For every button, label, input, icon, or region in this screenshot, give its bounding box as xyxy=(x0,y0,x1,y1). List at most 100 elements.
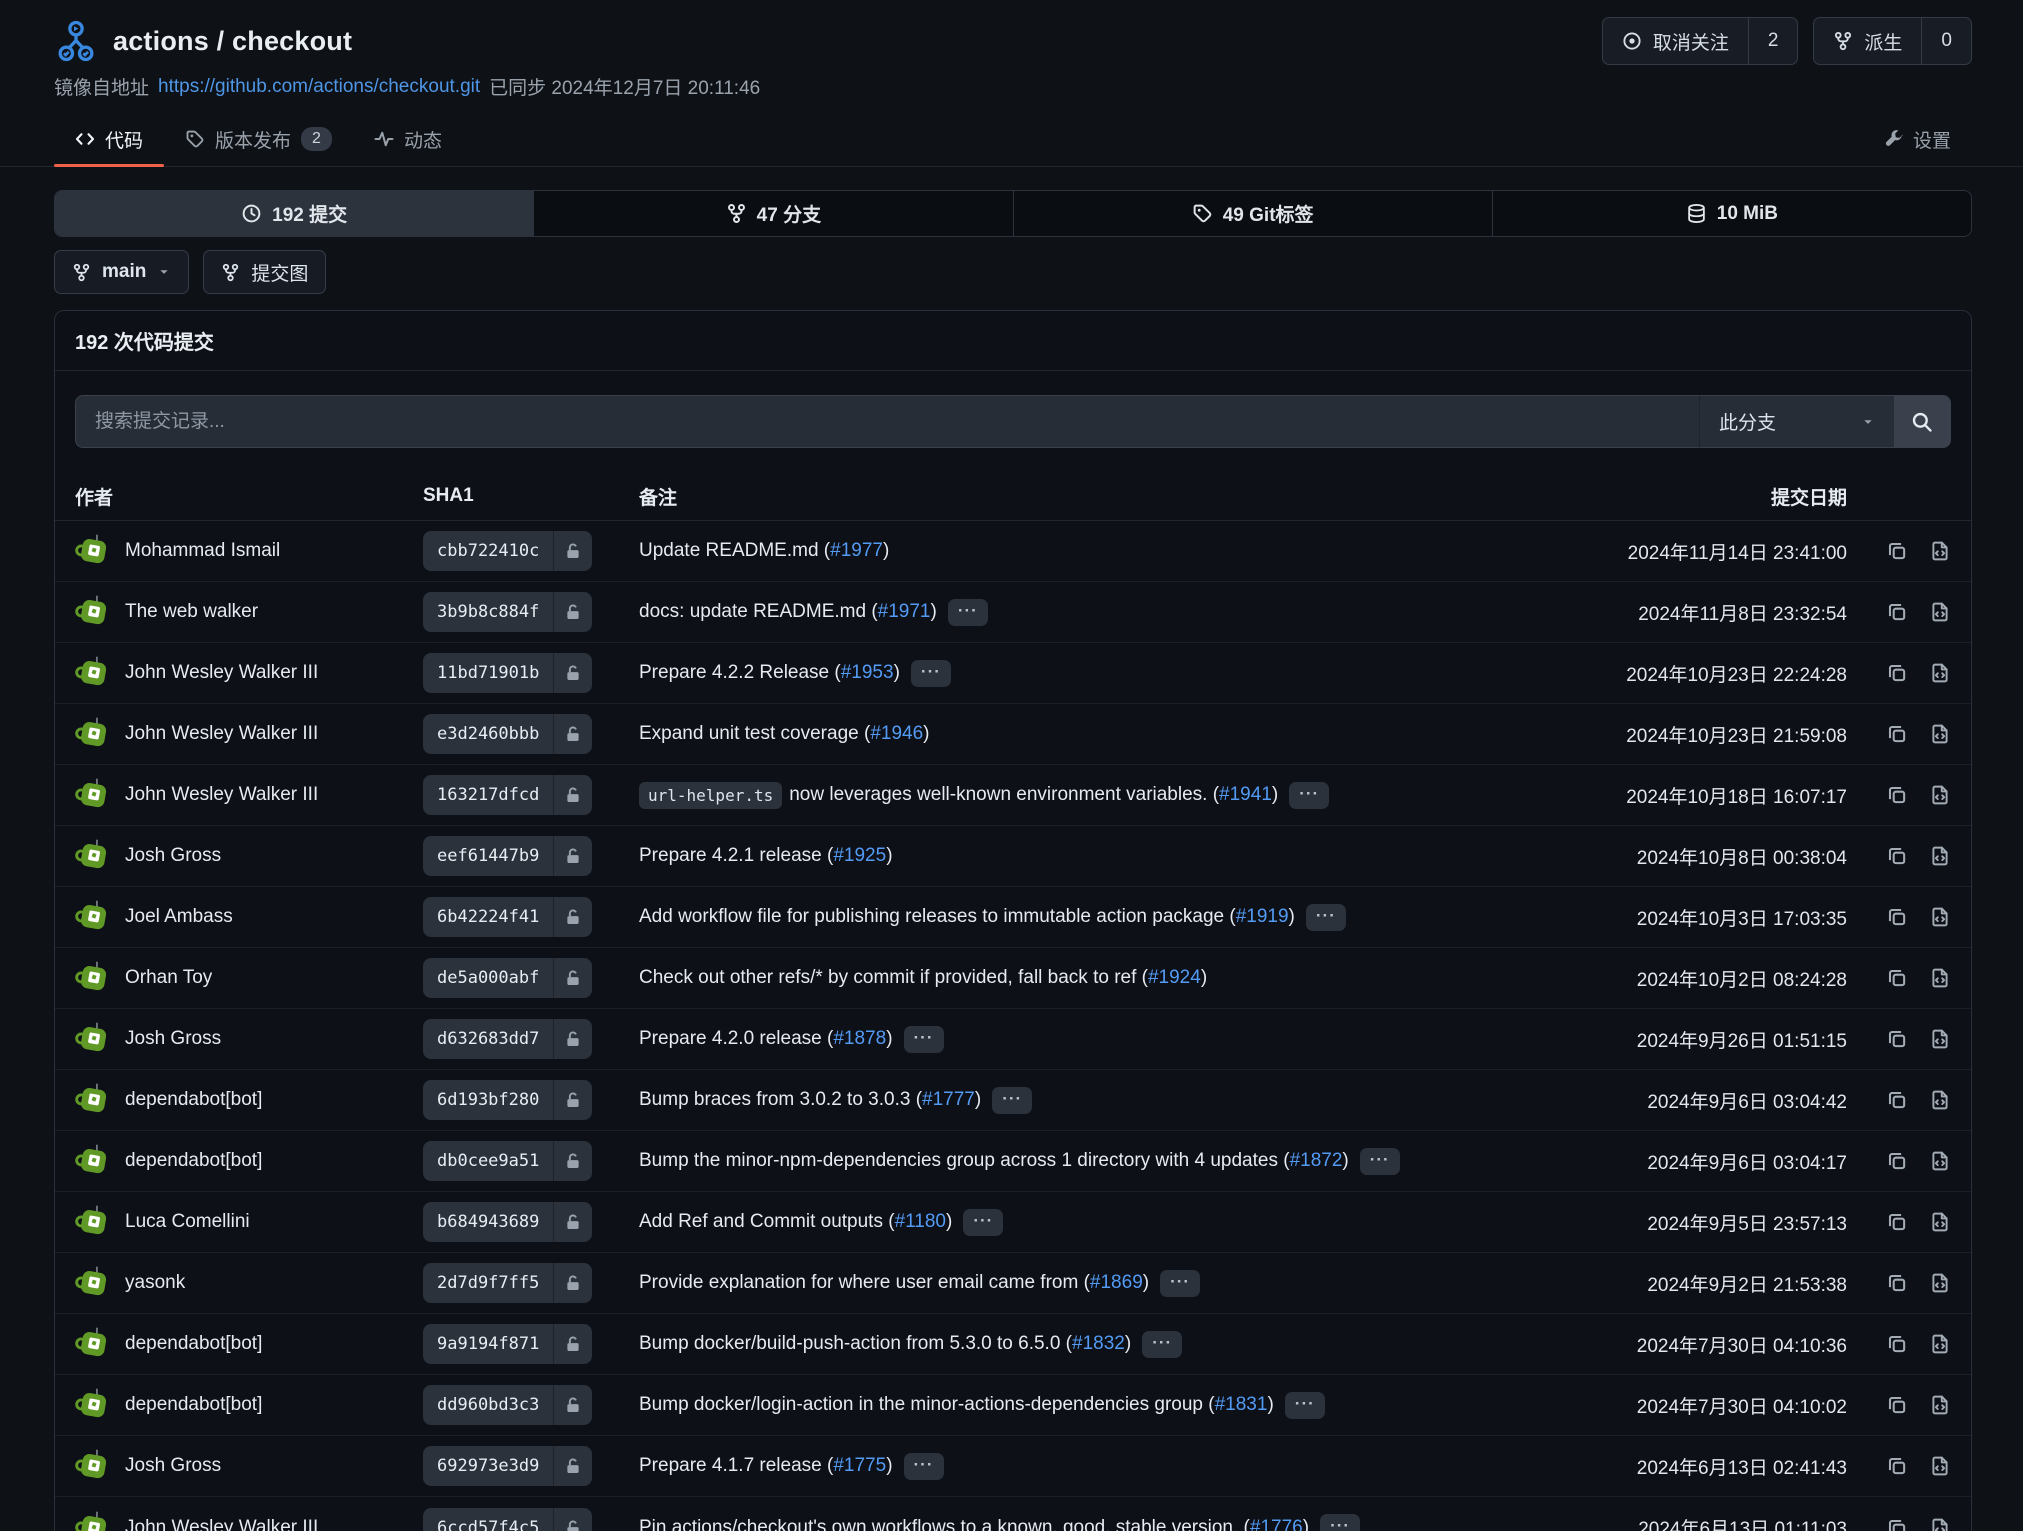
commit-pr-link[interactable]: #1831 xyxy=(1215,1394,1268,1416)
fork-button[interactable]: 派生 xyxy=(1814,18,1921,64)
copy-sha-icon[interactable] xyxy=(1886,1150,1908,1172)
commit-author-name[interactable]: yasonk xyxy=(125,1272,185,1294)
commit-pr-link[interactable]: #1919 xyxy=(1236,906,1289,928)
copy-sha-icon[interactable] xyxy=(1886,1272,1908,1294)
stat-tags[interactable]: 49 Git标签 xyxy=(1014,191,1493,236)
commit-search-button[interactable] xyxy=(1894,395,1951,448)
expand-commit-message-button[interactable] xyxy=(992,1087,1032,1114)
commit-pr-link[interactable]: #1775 xyxy=(833,1455,886,1477)
commit-author-name[interactable]: Orhan Toy xyxy=(125,967,212,989)
copy-sha-icon[interactable] xyxy=(1886,1089,1908,1111)
commit-sha-badge[interactable]: b684943689 xyxy=(423,1202,592,1242)
copy-sha-icon[interactable] xyxy=(1886,1455,1908,1477)
browse-source-icon[interactable] xyxy=(1929,1394,1951,1416)
commit-pr-link[interactable]: #1925 xyxy=(833,845,886,867)
stat-size[interactable]: 10 MiB xyxy=(1493,191,1971,236)
tab-releases[interactable]: 版本发布 2 xyxy=(164,112,353,166)
copy-sha-icon[interactable] xyxy=(1886,1394,1908,1416)
tab-code[interactable]: 代码 xyxy=(54,112,164,166)
commit-pr-link[interactable]: #1869 xyxy=(1090,1272,1143,1294)
copy-sha-icon[interactable] xyxy=(1886,1517,1908,1531)
commit-sha-badge[interactable]: 6d193bf280 xyxy=(423,1080,592,1120)
expand-commit-message-button[interactable] xyxy=(1306,904,1346,931)
browse-source-icon[interactable] xyxy=(1929,1333,1951,1355)
expand-commit-message-button[interactable] xyxy=(1160,1270,1200,1297)
commit-sha-badge[interactable]: db0cee9a51 xyxy=(423,1141,592,1181)
expand-commit-message-button[interactable] xyxy=(948,599,988,626)
commit-author-name[interactable]: dependabot[bot] xyxy=(125,1089,262,1111)
expand-commit-message-button[interactable] xyxy=(911,660,951,687)
branch-selector[interactable]: main xyxy=(54,250,189,294)
commit-sha-badge[interactable]: 692973e3d9 xyxy=(423,1446,592,1486)
commit-sha-badge[interactable]: eef61447b9 xyxy=(423,836,592,876)
branch-filter-dropdown[interactable]: 此分支 xyxy=(1699,395,1894,448)
tab-settings[interactable]: 设置 xyxy=(1863,112,1972,166)
expand-commit-message-button[interactable] xyxy=(1142,1331,1182,1358)
expand-commit-message-button[interactable] xyxy=(1320,1514,1360,1531)
commit-author-name[interactable]: Joel Ambass xyxy=(125,906,233,928)
commit-pr-link[interactable]: #1946 xyxy=(870,723,923,745)
tab-activity[interactable]: 动态 xyxy=(353,112,463,166)
copy-sha-icon[interactable] xyxy=(1886,906,1908,928)
browse-source-icon[interactable] xyxy=(1929,1272,1951,1294)
commit-author-name[interactable]: John Wesley Walker III xyxy=(125,1517,318,1531)
copy-sha-icon[interactable] xyxy=(1886,601,1908,623)
browse-source-icon[interactable] xyxy=(1929,784,1951,806)
commit-pr-link[interactable]: #1180 xyxy=(895,1211,946,1233)
commit-sha-badge[interactable]: cbb722410c xyxy=(423,531,592,571)
commit-author-name[interactable]: John Wesley Walker III xyxy=(125,784,318,806)
browse-source-icon[interactable] xyxy=(1929,1455,1951,1477)
browse-source-icon[interactable] xyxy=(1929,1211,1951,1233)
commit-author-name[interactable]: John Wesley Walker III xyxy=(125,662,318,684)
commit-search-input[interactable] xyxy=(75,395,1699,448)
browse-source-icon[interactable] xyxy=(1929,662,1951,684)
browse-source-icon[interactable] xyxy=(1929,723,1951,745)
browse-source-icon[interactable] xyxy=(1929,601,1951,623)
browse-source-icon[interactable] xyxy=(1929,1089,1951,1111)
expand-commit-message-button[interactable] xyxy=(904,1026,944,1053)
copy-sha-icon[interactable] xyxy=(1886,1333,1908,1355)
commit-author-name[interactable]: Josh Gross xyxy=(125,1028,221,1050)
commit-pr-link[interactable]: #1872 xyxy=(1290,1150,1343,1172)
commit-sha-badge[interactable]: 6b42224f41 xyxy=(423,897,592,937)
commit-pr-link[interactable]: #1878 xyxy=(833,1028,886,1050)
commit-sha-badge[interactable]: dd960bd3c3 xyxy=(423,1385,592,1425)
commit-author-name[interactable]: Josh Gross xyxy=(125,845,221,867)
browse-source-icon[interactable] xyxy=(1929,540,1951,562)
commit-sha-badge[interactable]: 3b9b8c884f xyxy=(423,592,592,632)
mirror-url-link[interactable]: https://github.com/actions/checkout.git xyxy=(158,76,480,98)
commit-pr-link[interactable]: #1777 xyxy=(922,1089,975,1111)
commit-author-name[interactable]: Luca Comellini xyxy=(125,1211,250,1233)
expand-commit-message-button[interactable] xyxy=(1285,1392,1325,1419)
copy-sha-icon[interactable] xyxy=(1886,845,1908,867)
commit-pr-link[interactable]: #1941 xyxy=(1219,784,1272,806)
browse-source-icon[interactable] xyxy=(1929,906,1951,928)
commit-sha-badge[interactable]: 6ccd57f4c5 xyxy=(423,1508,592,1531)
expand-commit-message-button[interactable] xyxy=(1289,782,1329,809)
copy-sha-icon[interactable] xyxy=(1886,784,1908,806)
browse-source-icon[interactable] xyxy=(1929,1028,1951,1050)
commit-pr-link[interactable]: #1924 xyxy=(1148,967,1201,989)
commit-pr-link[interactable]: #1953 xyxy=(841,662,894,684)
stat-branches[interactable]: 47 分支 xyxy=(534,191,1013,236)
stat-commits[interactable]: 192 提交 xyxy=(55,191,534,236)
commit-author-name[interactable]: Mohammad Ismail xyxy=(125,540,280,562)
commit-pr-link[interactable]: #1977 xyxy=(830,540,883,562)
commit-author-name[interactable]: John Wesley Walker III xyxy=(125,723,318,745)
copy-sha-icon[interactable] xyxy=(1886,1211,1908,1233)
commit-pr-link[interactable]: #1832 xyxy=(1072,1333,1125,1355)
expand-commit-message-button[interactable] xyxy=(904,1453,944,1480)
commit-sha-badge[interactable]: 9a9194f871 xyxy=(423,1324,592,1364)
commit-author-name[interactable]: dependabot[bot] xyxy=(125,1333,262,1355)
commit-sha-badge[interactable]: de5a000abf xyxy=(423,958,592,998)
browse-source-icon[interactable] xyxy=(1929,967,1951,989)
copy-sha-icon[interactable] xyxy=(1886,540,1908,562)
forks-count[interactable]: 0 xyxy=(1921,18,1971,64)
commit-author-name[interactable]: dependabot[bot] xyxy=(125,1394,262,1416)
expand-commit-message-button[interactable] xyxy=(1360,1148,1400,1175)
commit-author-name[interactable]: The web walker xyxy=(125,601,258,623)
commit-author-name[interactable]: dependabot[bot] xyxy=(125,1150,262,1172)
commit-sha-badge[interactable]: e3d2460bbb xyxy=(423,714,592,754)
commit-pr-link[interactable]: #1776 xyxy=(1250,1517,1303,1531)
browse-source-icon[interactable] xyxy=(1929,1517,1951,1531)
